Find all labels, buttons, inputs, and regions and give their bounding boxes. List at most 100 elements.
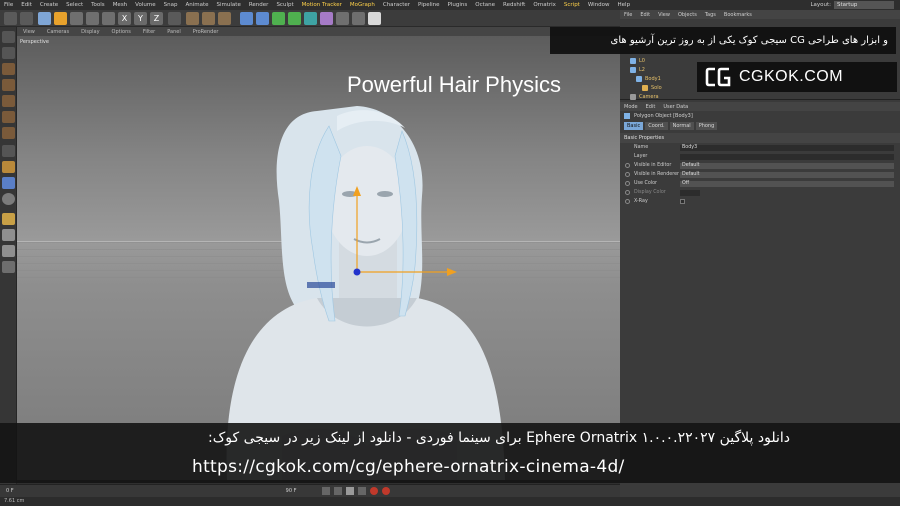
scale-tool-icon[interactable] <box>70 12 83 25</box>
menu-character[interactable]: Character <box>379 2 414 8</box>
coordinate-system-icon[interactable] <box>168 12 181 25</box>
viewport-menu-filter[interactable]: Filter <box>137 29 161 35</box>
camera-icon[interactable] <box>352 12 365 25</box>
render-settings-icon[interactable] <box>218 12 231 25</box>
pen-spline-icon[interactable] <box>256 12 269 25</box>
object-row[interactable]: Camera <box>630 94 659 100</box>
visible-editor-dropdown[interactable]: Default <box>680 162 894 169</box>
recent-tool-icon[interactable] <box>102 12 115 25</box>
menu-octane[interactable]: Octane <box>471 2 499 8</box>
menu-sculpt[interactable]: Sculpt <box>272 2 297 8</box>
lock-workplane-icon[interactable] <box>2 229 15 241</box>
om-menu-bookmarks[interactable]: Bookmarks <box>720 12 756 18</box>
am-menu-edit[interactable]: Edit <box>642 104 660 110</box>
am-menu-user-data[interactable]: User Data <box>659 104 692 110</box>
use-color-dropdown[interactable]: Off <box>680 180 894 187</box>
name-field[interactable]: Body3 <box>680 144 894 151</box>
menu-edit[interactable]: Edit <box>17 2 36 8</box>
workplane-icon[interactable] <box>2 79 15 91</box>
menu-tools[interactable]: Tools <box>87 2 109 8</box>
quantize-icon[interactable] <box>2 261 15 273</box>
tab-basic[interactable]: Basic <box>624 121 644 130</box>
autokey-icon[interactable] <box>382 487 391 495</box>
menu-mograph[interactable]: MoGraph <box>346 2 379 8</box>
menu-file[interactable]: File <box>0 2 17 8</box>
record-icon[interactable] <box>370 487 379 495</box>
menu-snap[interactable]: Snap <box>160 2 182 8</box>
planar-workplane-icon[interactable] <box>2 245 15 257</box>
menu-pipeline[interactable]: Pipeline <box>414 2 444 8</box>
tweak-icon[interactable] <box>2 161 15 173</box>
gizmo-origin[interactable] <box>353 268 361 276</box>
render-view-icon[interactable] <box>186 12 199 25</box>
array-icon[interactable] <box>288 12 301 25</box>
object-row[interactable]: L0 <box>630 58 645 64</box>
rotate-tool-icon[interactable] <box>86 12 99 25</box>
object-row[interactable]: L2 <box>630 67 645 73</box>
tab-normal[interactable]: Normal <box>669 121 694 130</box>
solo-icon[interactable] <box>2 193 15 205</box>
y-axis-lock-icon[interactable]: Y <box>134 12 147 25</box>
menu-volume[interactable]: Volume <box>131 2 159 8</box>
download-link[interactable]: https://cgkok.com/cg/ephere-ornatrix-cin… <box>192 457 625 477</box>
play-icon[interactable] <box>346 487 355 495</box>
polygons-mode-icon[interactable] <box>2 127 15 139</box>
light-icon[interactable] <box>368 12 381 25</box>
animate-toggle-icon[interactable] <box>625 190 630 195</box>
prev-frame-icon[interactable] <box>334 487 343 495</box>
model-mode-icon[interactable] <box>2 47 15 59</box>
xray-checkbox[interactable] <box>680 199 685 204</box>
menu-redshift[interactable]: Redshift <box>499 2 529 8</box>
tab-coord[interactable]: Coord. <box>645 121 668 130</box>
deformer-icon[interactable] <box>320 12 333 25</box>
menu-window[interactable]: Window <box>584 2 614 8</box>
menu-ornatrix[interactable]: Ornatrix <box>529 2 560 8</box>
edges-mode-icon[interactable] <box>2 111 15 123</box>
visible-renderer-dropdown[interactable]: Default <box>680 171 894 178</box>
om-menu-file[interactable]: File <box>620 12 636 18</box>
subdivision-icon[interactable] <box>272 12 285 25</box>
animate-toggle-icon[interactable] <box>625 163 630 168</box>
undo-icon[interactable] <box>4 12 17 25</box>
paint-icon[interactable] <box>2 213 15 225</box>
layout-dropdown[interactable]: Startup <box>834 1 894 9</box>
points-mode-icon[interactable] <box>2 95 15 107</box>
go-to-start-icon[interactable] <box>322 487 331 495</box>
object-row[interactable]: Body1 <box>636 76 661 82</box>
x-axis-lock-icon[interactable]: X <box>118 12 131 25</box>
z-axis-lock-icon[interactable]: Z <box>150 12 163 25</box>
menu-mesh[interactable]: Mesh <box>109 2 131 8</box>
menu-select[interactable]: Select <box>62 2 87 8</box>
next-frame-icon[interactable] <box>358 487 367 495</box>
viewport-menu-prorender[interactable]: ProRender <box>187 29 225 35</box>
viewport-menu-cameras[interactable]: Cameras <box>41 29 75 35</box>
enable-axis-icon[interactable] <box>2 145 15 157</box>
cloner-icon[interactable] <box>304 12 317 25</box>
om-menu-edit[interactable]: Edit <box>636 12 654 18</box>
om-menu-view[interactable]: View <box>654 12 674 18</box>
layer-field[interactable] <box>680 153 894 160</box>
menu-animate[interactable]: Animate <box>181 2 212 8</box>
move-tool-icon[interactable] <box>54 12 67 25</box>
render-picture-viewer-icon[interactable] <box>202 12 215 25</box>
om-menu-tags[interactable]: Tags <box>701 12 720 18</box>
cube-primitive-icon[interactable] <box>240 12 253 25</box>
menu-script[interactable]: Script <box>560 2 584 8</box>
redo-icon[interactable] <box>20 12 33 25</box>
character-model[interactable] <box>17 36 620 480</box>
am-menu-mode[interactable]: Mode <box>620 104 642 110</box>
floor-icon[interactable] <box>336 12 349 25</box>
make-editable-icon[interactable] <box>2 31 15 43</box>
tab-phong[interactable]: Phong <box>695 121 718 130</box>
frame-start[interactable]: 0 F <box>0 488 20 494</box>
viewport-menu-display[interactable]: Display <box>75 29 105 35</box>
menu-help[interactable]: Help <box>614 2 635 8</box>
animate-toggle-icon[interactable] <box>625 181 630 186</box>
menu-motion-tracker[interactable]: Motion Tracker <box>298 2 346 8</box>
menu-simulate[interactable]: Simulate <box>213 2 245 8</box>
frame-end[interactable]: 90 F <box>280 488 303 494</box>
move-cursor-icon[interactable] <box>38 12 51 25</box>
om-menu-objects[interactable]: Objects <box>674 12 701 18</box>
viewport-menu-panel[interactable]: Panel <box>161 29 187 35</box>
menu-plugins[interactable]: Plugins <box>444 2 472 8</box>
